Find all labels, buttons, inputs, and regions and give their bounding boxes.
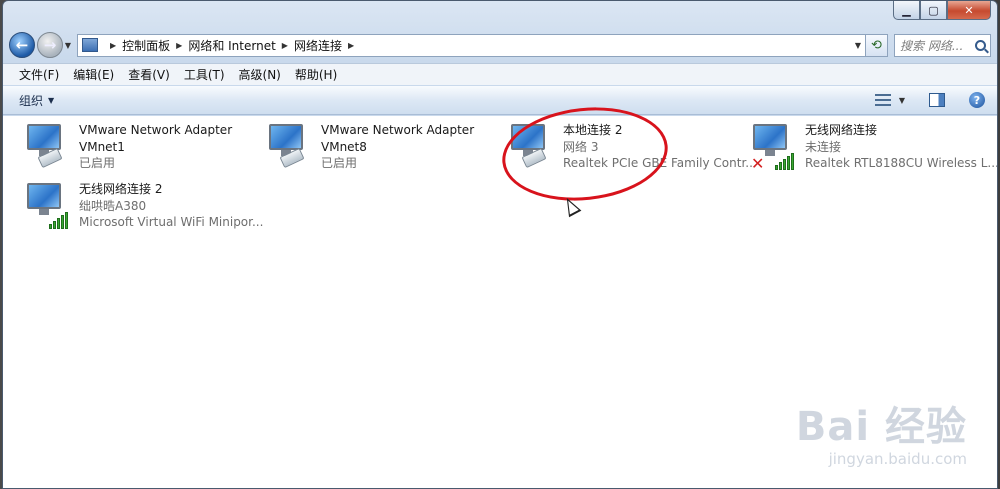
organize-label: 组织 — [19, 93, 44, 108]
menu-advanced[interactable]: 高级(N) — [232, 66, 288, 83]
preview-pane-icon[interactable] — [929, 93, 945, 107]
breadcrumb-network-connections[interactable]: 网络连接 — [294, 37, 342, 54]
connection-wireless[interactable]: ✕ 无线网络连接 未连接 Realtek RTL8188CU Wireless … — [751, 122, 998, 176]
connection-name-line2: VMnet1 — [79, 139, 125, 154]
maximize-icon: ▢ — [928, 3, 939, 17]
address-dropdown[interactable]: ▼ — [851, 41, 865, 50]
address-row: ← → ▼ ▶ 控制面板 ▶ 网络和 Internet ▶ 网络连接 ▶ ▼ ⟲… — [9, 30, 991, 60]
menu-help[interactable]: 帮助(H) — [288, 66, 344, 83]
menu-edit[interactable]: 编辑(E) — [66, 66, 121, 83]
watermark: Bai 经验 jingyan.baidu.com — [796, 394, 967, 468]
connection-name-line2: VMnet8 — [321, 139, 367, 154]
menu-view[interactable]: 查看(V) — [121, 66, 177, 83]
organize-button[interactable]: 组织 ▼ — [19, 92, 54, 109]
connection-status: 绌哄晧A380 — [79, 198, 147, 213]
back-button[interactable]: ← — [9, 32, 35, 58]
watermark-url: jingyan.baidu.com — [828, 450, 967, 468]
connection-device: Realtek RTL8188CU Wireless L... — [805, 156, 998, 170]
connections-list: VMware Network Adapter VMnet1 已启用 VMware… — [3, 116, 997, 488]
breadcrumb-network-internet[interactable]: 网络和 Internet — [188, 37, 275, 54]
arrow-left-icon: ← — [15, 36, 29, 54]
connection-name: 无线网络连接 — [805, 123, 878, 137]
recent-pages-dropdown[interactable]: ▼ — [63, 41, 73, 50]
forward-button[interactable]: → — [37, 32, 63, 58]
chevron-right-icon[interactable]: ▶ — [176, 41, 182, 50]
command-bar: 组织 ▼ ▼ ? — [3, 86, 997, 115]
wireless-adapter-icon — [25, 181, 73, 229]
network-adapter-icon — [267, 122, 315, 170]
connection-vmnet8[interactable]: VMware Network Adapter VMnet8 已启用 — [267, 122, 474, 176]
menu-tools[interactable]: 工具(T) — [177, 66, 232, 83]
control-panel-icon — [82, 38, 98, 52]
close-icon: ✕ — [964, 3, 974, 17]
command-bar-right: ▼ ? — [874, 92, 985, 108]
wireless-adapter-icon: ✕ — [751, 122, 799, 173]
connection-status: 已启用 — [321, 156, 358, 170]
breadcrumb-control-panel[interactable]: 控制面板 — [122, 37, 170, 54]
arrow-right-icon: → — [43, 36, 57, 54]
watermark-brand: Bai 经验 — [795, 404, 967, 450]
connection-vmnet1[interactable]: VMware Network Adapter VMnet1 已启用 — [25, 122, 232, 176]
menu-bar: 文件(F) 编辑(E) 查看(V) 工具(T) 高级(N) 帮助(H) — [3, 63, 997, 85]
change-view-icon[interactable] — [874, 93, 891, 107]
chevron-down-icon: ▼ — [48, 95, 55, 105]
refresh-icon: ⟲ — [871, 37, 882, 53]
disconnected-x-icon: ✕ — [751, 154, 765, 173]
breadcrumb: ▶ 控制面板 ▶ 网络和 Internet ▶ 网络连接 ▶ — [104, 37, 360, 54]
search-icon[interactable] — [975, 39, 986, 51]
help-icon[interactable]: ? — [969, 92, 985, 108]
address-bar[interactable]: ▶ 控制面板 ▶ 网络和 Internet ▶ 网络连接 ▶ ▼ — [77, 33, 866, 57]
connection-name: VMware Network Adapter — [321, 123, 475, 137]
view-options-dropdown[interactable]: ▼ — [899, 96, 905, 105]
explorer-window: ▁ ▢ ✕ ← → ▼ ▶ 控制面板 ▶ 网络和 Internet ▶ 网络连接… — [2, 0, 998, 489]
search-placeholder: 搜索 网络... — [900, 38, 964, 53]
connection-wireless-2[interactable]: 无线网络连接 2 绌哄晧A380 Microsoft Virtual WiFi … — [25, 181, 263, 235]
refresh-button[interactable]: ⟲ — [866, 33, 888, 57]
connection-name: VMware Network Adapter — [79, 123, 233, 137]
connection-status: 已启用 — [79, 156, 116, 170]
network-adapter-icon — [25, 122, 73, 170]
maximize-button[interactable]: ▢ — [920, 1, 947, 20]
chevron-right-icon[interactable]: ▶ — [282, 41, 288, 50]
chevron-right-icon[interactable]: ▶ — [348, 41, 354, 50]
search-input[interactable]: 搜索 网络... — [894, 33, 991, 57]
chevron-right-icon[interactable]: ▶ — [110, 41, 116, 50]
connection-device: Microsoft Virtual WiFi Minipor... — [79, 215, 264, 229]
close-button[interactable]: ✕ — [947, 1, 991, 20]
minimize-icon: ▁ — [902, 3, 911, 17]
menu-file[interactable]: 文件(F) — [12, 66, 66, 83]
caption-buttons: ▁ ▢ ✕ — [893, 1, 991, 20]
connection-status: 未连接 — [805, 139, 842, 154]
minimize-button[interactable]: ▁ — [893, 1, 920, 20]
connection-name: 无线网络连接 2 — [79, 182, 163, 196]
